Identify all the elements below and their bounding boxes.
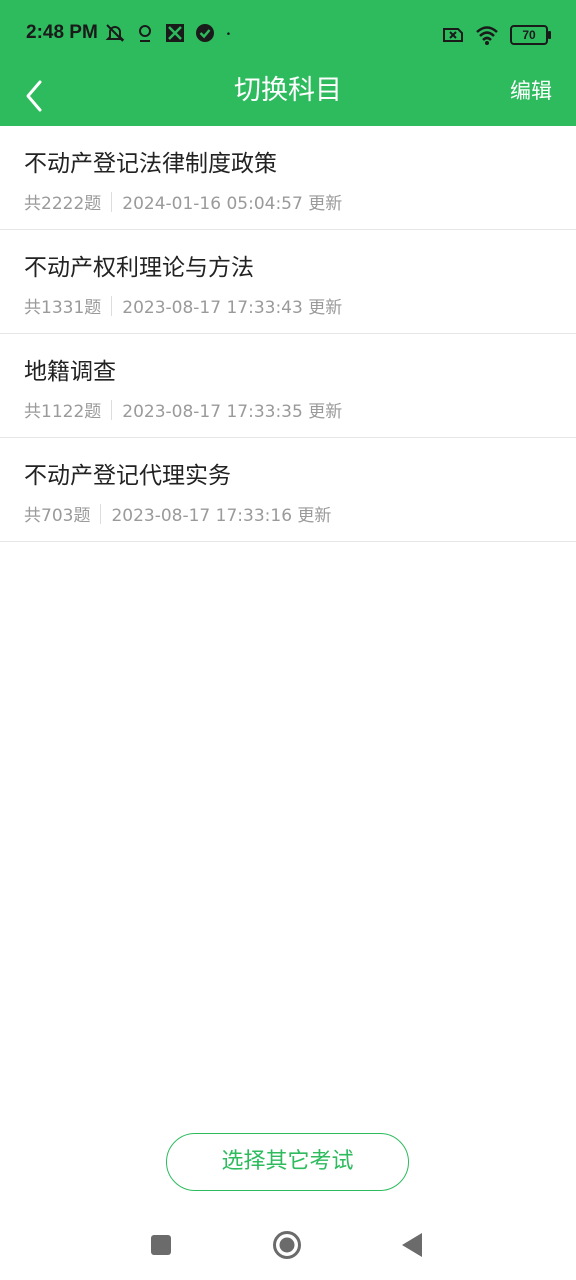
question-count: 共1122题 [24, 402, 102, 422]
navigation-bar [0, 1210, 576, 1280]
list-item[interactable]: 地籍调查 共1122题 2023-08-17 17:33:35 更新 [0, 334, 576, 438]
divider [111, 295, 113, 316]
choose-other-exam-button[interactable]: 选择其它考试 [166, 1133, 409, 1191]
divider [111, 191, 113, 212]
wifi-icon [476, 26, 498, 45]
location-icon [139, 25, 151, 42]
update-time: 2023-08-17 17:33:35 更新 [122, 402, 343, 422]
sim-off-icon [443, 28, 463, 42]
update-time: 2024-01-16 05:04:57 更新 [122, 194, 343, 214]
list-item[interactable]: 不动产权利理论与方法 共1331题 2023-08-17 17:33:43 更新 [0, 230, 576, 334]
status-icons-right: 70 [442, 24, 551, 46]
app-notification-icon [166, 24, 184, 42]
check-circle-icon [196, 24, 214, 42]
question-count: 共703题 [24, 506, 91, 526]
app-bar: 切换科目 编辑 [0, 70, 576, 126]
mute-icon [105, 24, 125, 42]
update-time: 2023-08-17 17:33:43 更新 [122, 298, 343, 318]
divider [100, 503, 102, 524]
edit-button[interactable]: 编辑 [510, 76, 552, 106]
dot-icon [227, 32, 230, 35]
status-bar: 2:48 PM 70 [0, 0, 576, 70]
subject-meta: 共2222题 2024-01-16 05:04:57 更新 [24, 189, 342, 214]
subject-name: 不动产登记法律制度政策 [24, 151, 277, 177]
page-title: 切换科目 [234, 75, 342, 106]
subject-list: 不动产登记法律制度政策 共2222题 2024-01-16 05:04:57 更… [0, 126, 576, 542]
home-icon[interactable] [272, 1230, 302, 1260]
question-count: 共2222题 [24, 194, 102, 214]
subject-meta: 共703题 2023-08-17 17:33:16 更新 [24, 501, 331, 526]
subject-meta: 共1331题 2023-08-17 17:33:43 更新 [24, 293, 342, 318]
subject-meta: 共1122题 2023-08-17 17:33:35 更新 [24, 397, 342, 422]
subject-name: 不动产权利理论与方法 [24, 255, 254, 281]
subject-name: 不动产登记代理实务 [24, 463, 231, 489]
status-icons-left [104, 22, 238, 44]
list-item[interactable]: 不动产登记代理实务 共703题 2023-08-17 17:33:16 更新 [0, 438, 576, 542]
question-count: 共1331题 [24, 298, 102, 318]
status-time: 2:48 PM [26, 22, 98, 43]
update-time: 2023-08-17 17:33:16 更新 [111, 506, 332, 526]
recents-icon[interactable] [150, 1234, 172, 1256]
back-icon[interactable] [401, 1232, 423, 1258]
list-item[interactable]: 不动产登记法律制度政策 共2222题 2024-01-16 05:04:57 更… [0, 126, 576, 230]
divider [111, 399, 113, 420]
battery-icon: 70 [510, 25, 551, 45]
subject-name: 地籍调查 [24, 359, 116, 385]
